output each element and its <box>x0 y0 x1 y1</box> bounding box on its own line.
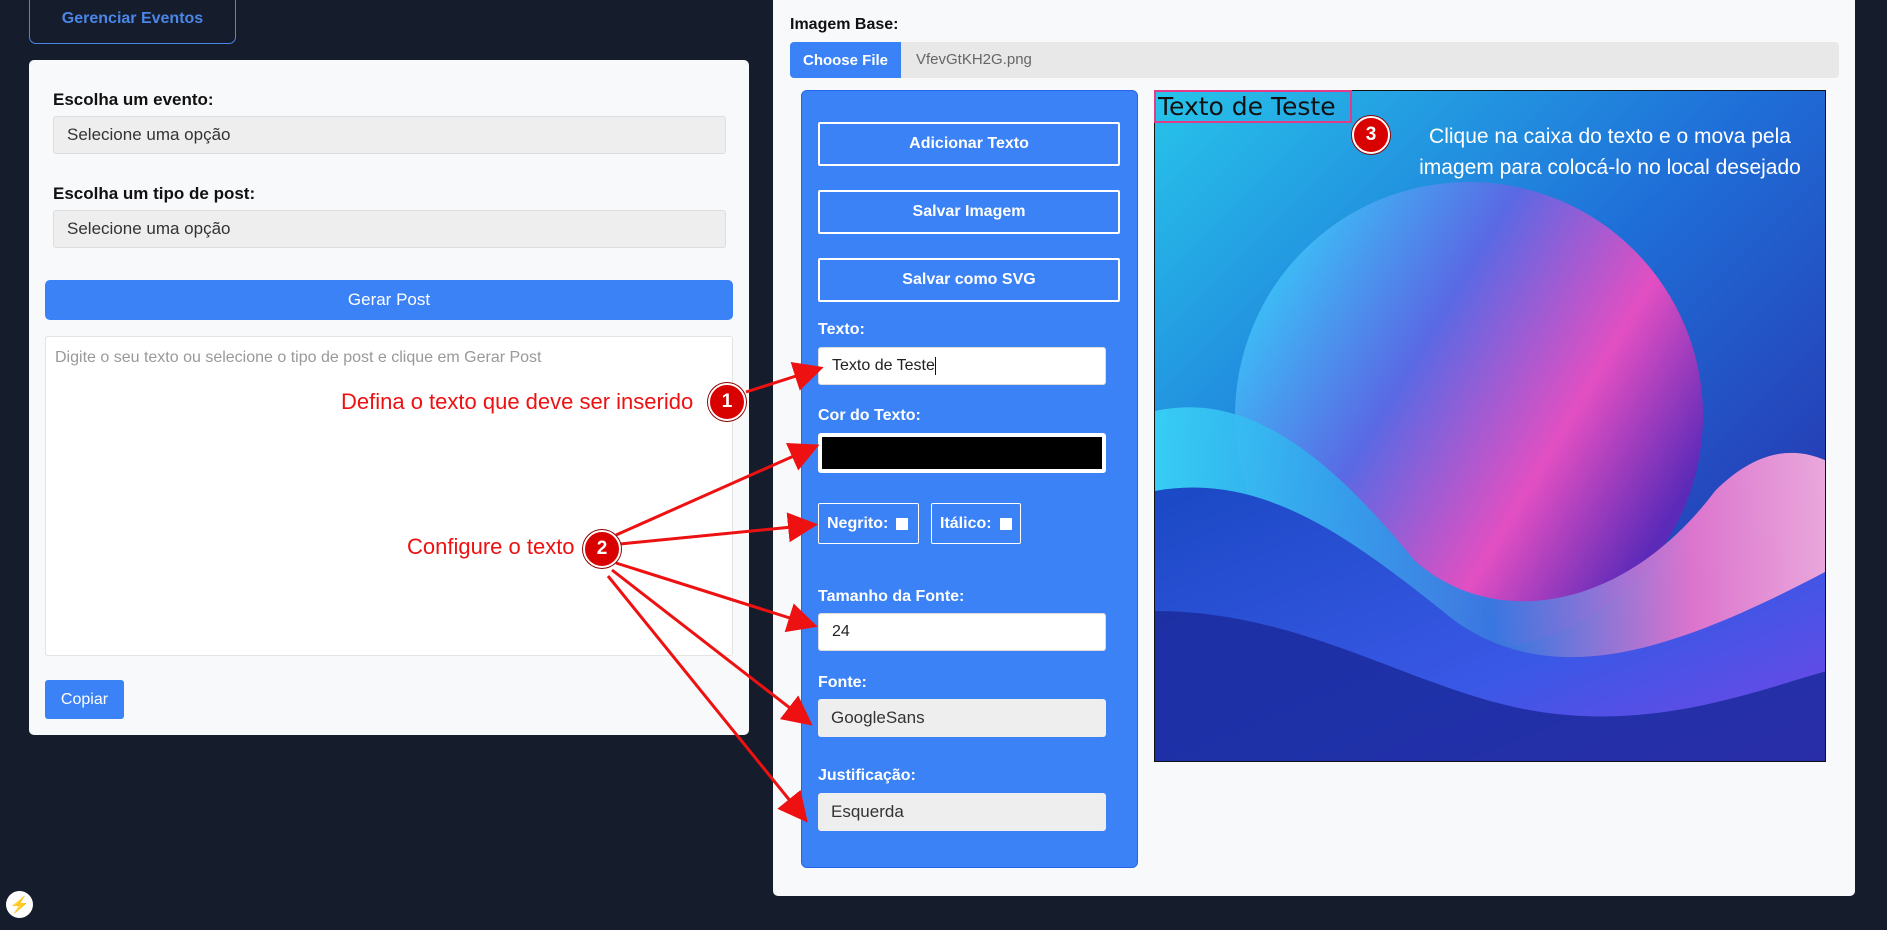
step1-annotation: Defina o texto que deve ser inserido <box>341 389 694 414</box>
step3-badge: 3 <box>1352 116 1390 154</box>
arrow-to-color <box>615 443 820 537</box>
step3-line2: imagem para colocá-lo no local desejado <box>1419 156 1801 179</box>
step2-annotation: Configure o texto <box>407 534 575 559</box>
arrow-to-font-size <box>615 561 818 633</box>
arrow-to-text-input <box>745 362 824 394</box>
step3-annotation: Clique na caixa do texto e o mova pela i… <box>1390 121 1830 183</box>
lightning-icon[interactable]: ⚡ <box>6 891 33 918</box>
step2-badge: 2 <box>583 530 621 568</box>
arrow-to-style <box>619 512 818 546</box>
step3-line1: Clique na caixa do texto e o mova pela <box>1429 125 1791 148</box>
step1-badge: 1 <box>708 383 746 421</box>
